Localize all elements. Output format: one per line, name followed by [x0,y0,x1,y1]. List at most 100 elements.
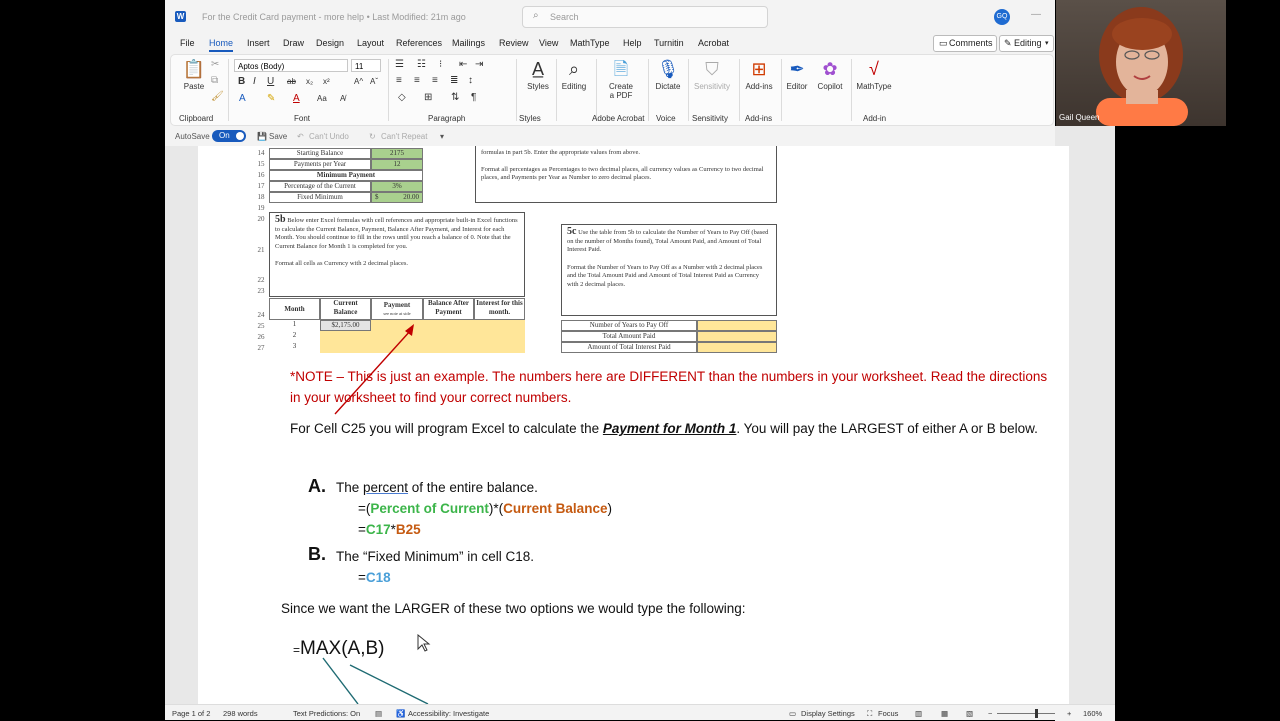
increase-indent-icon[interactable]: ⇥ [475,59,483,71]
mathtype-button[interactable]: √ MathType [854,58,894,91]
read-mode-icon[interactable]: ▥ [915,709,922,718]
superscript-button[interactable]: x² [323,76,330,88]
font-name-select[interactable]: Aptos (Body) [234,59,348,72]
font-color-icon[interactable]: A [293,93,300,105]
word-app-icon[interactable]: W [175,11,186,22]
print-layout-icon[interactable]: ▦ [941,709,948,718]
document-canvas[interactable]: 14 15 16 17 18 19 20 21 22 23 24 25 26 2… [165,146,1055,704]
undo-label[interactable]: Can't Undo [309,132,349,141]
sensitivity-button[interactable]: ⛉ Sensitivity [690,58,734,91]
line-spacing-icon[interactable]: ↕ [468,75,473,87]
tab-home[interactable]: Home [209,38,233,48]
text-effects-icon[interactable]: A [239,93,246,105]
active-tab-indicator [209,50,233,52]
borders-icon[interactable]: ⊞ [424,92,432,104]
subscript-button[interactable]: x₂ [306,76,313,88]
clear-format-icon[interactable]: A̸ [340,93,345,105]
repeat-icon[interactable]: ↻ [369,132,376,141]
display-settings[interactable]: Display Settings [801,709,855,718]
cut-icon[interactable]: ✂ [211,59,219,71]
zoom-slider[interactable] [997,709,1055,718]
focus-mode[interactable]: Focus [878,709,898,718]
bullets-icon[interactable]: ☰ [395,59,404,71]
grow-font-icon[interactable]: A^ [354,76,363,88]
font-size-select[interactable]: 11 [351,59,381,72]
shading-icon[interactable]: ◇ [398,92,406,104]
search-box[interactable]: ⌕ Search [522,6,768,28]
tab-view[interactable]: View [539,38,558,48]
percent-word: percent [363,480,409,495]
styles-button[interactable]: A̲ Styles [523,58,553,91]
tab-acrobat[interactable]: Acrobat [698,38,729,48]
paste-button[interactable]: 📋 Paste [179,58,209,91]
change-case-icon[interactable]: Aa [317,93,327,105]
close: ) [607,501,612,516]
page-count[interactable]: Page 1 of 2 [172,709,210,718]
save-label[interactable]: Save [269,132,287,141]
group-label-voice: Voice [656,114,676,123]
italic-button[interactable]: I [253,76,256,88]
proofing-icon[interactable]: ▤ [375,709,382,718]
tab-file[interactable]: File [180,38,195,48]
save-icon[interactable]: 💾 [257,132,267,141]
text-predictions[interactable]: Text Predictions: On [293,709,360,718]
customize-qat-icon[interactable]: ▾ [440,132,444,141]
tab-references[interactable]: References [396,38,442,48]
web-layout-icon[interactable]: ▧ [966,709,973,718]
numbering-icon[interactable]: ☷ [417,59,426,71]
accessibility-status[interactable]: Accessibility: Investigate [408,709,489,718]
tab-layout[interactable]: Layout [357,38,384,48]
editing-mode-button[interactable]: ✎ Editing ▾ [999,35,1054,52]
undo-icon[interactable]: ↶ [297,132,304,141]
comments-button[interactable]: ▭ Comments [933,35,997,52]
repeat-label[interactable]: Can't Repeat [381,132,427,141]
show-marks-icon[interactable]: ¶ [471,92,476,104]
minimize-button[interactable]: — [1031,9,1041,20]
decrease-indent-icon[interactable]: ⇤ [459,59,467,71]
copy-icon[interactable]: ⧉ [211,75,218,87]
align-left-icon[interactable]: ≡ [396,75,402,87]
document-page[interactable]: 14 15 16 17 18 19 20 21 22 23 24 25 26 2… [198,146,1055,704]
zoom-level[interactable]: 160% [1083,709,1102,718]
tab-mailings[interactable]: Mailings [452,38,485,48]
document-title[interactable]: For the Credit Card payment - more help … [202,12,466,22]
tab-mathtype[interactable]: MathType [570,38,610,48]
focus-icon: ⛶ [867,709,873,718]
strikethrough-button[interactable]: ab [287,76,296,88]
highlight-icon[interactable]: ✎ [267,93,275,105]
format-painter-icon[interactable]: 🖌 [211,91,224,103]
copilot-button[interactable]: ✿ Copilot [813,58,847,91]
tab-review[interactable]: Review [499,38,529,48]
ribbon: 📋 Paste ✂ ⧉ 🖌 Aptos (Body) 11 B I U ab x… [170,54,1054,126]
zoom-slider-thumb[interactable] [1035,709,1038,718]
editing-button[interactable]: ⌕ Editing [557,58,591,91]
justify-icon[interactable]: ≣ [450,75,458,87]
zoom-in-button[interactable]: + [1067,709,1071,718]
instruction-paragraph: For Cell C25 you will program Excel to c… [290,418,1055,439]
microphone-icon: 🎙 [656,59,680,79]
editor-button[interactable]: ✒ Editor [783,58,811,91]
tab-help[interactable]: Help [623,38,642,48]
tab-turnitin[interactable]: Turnitin [654,38,684,48]
tab-design[interactable]: Design [316,38,344,48]
tab-insert[interactable]: Insert [247,38,270,48]
addins-button[interactable]: ⊞ Add-ins [741,58,777,91]
option-b-text: The “Fixed Minimum” in cell C18. [336,549,535,564]
eq: = [358,570,366,585]
bold-button[interactable]: B [238,76,245,88]
create-pdf-button[interactable]: 🗎 Create a PDF [599,58,643,100]
align-center-icon[interactable]: ≡ [414,75,420,87]
autosave-toggle[interactable]: On [212,130,246,142]
underline-button[interactable]: U [267,76,274,88]
multilevel-list-icon[interactable]: ⁝ [439,59,442,71]
word-count[interactable]: 298 words [223,709,258,718]
tab-draw[interactable]: Draw [283,38,304,48]
sort-icon[interactable]: ⇅ [451,92,459,104]
create-pdf-label-2: a PDF [609,91,633,100]
account-avatar[interactable]: GQ [994,9,1010,25]
zoom-out-button[interactable]: − [988,709,992,718]
dictate-button[interactable]: 🎙 Dictate [651,58,685,91]
canvas-right-margin [1055,126,1115,704]
align-right-icon[interactable]: ≡ [432,75,438,87]
shrink-font-icon[interactable]: Aˇ [370,76,378,88]
